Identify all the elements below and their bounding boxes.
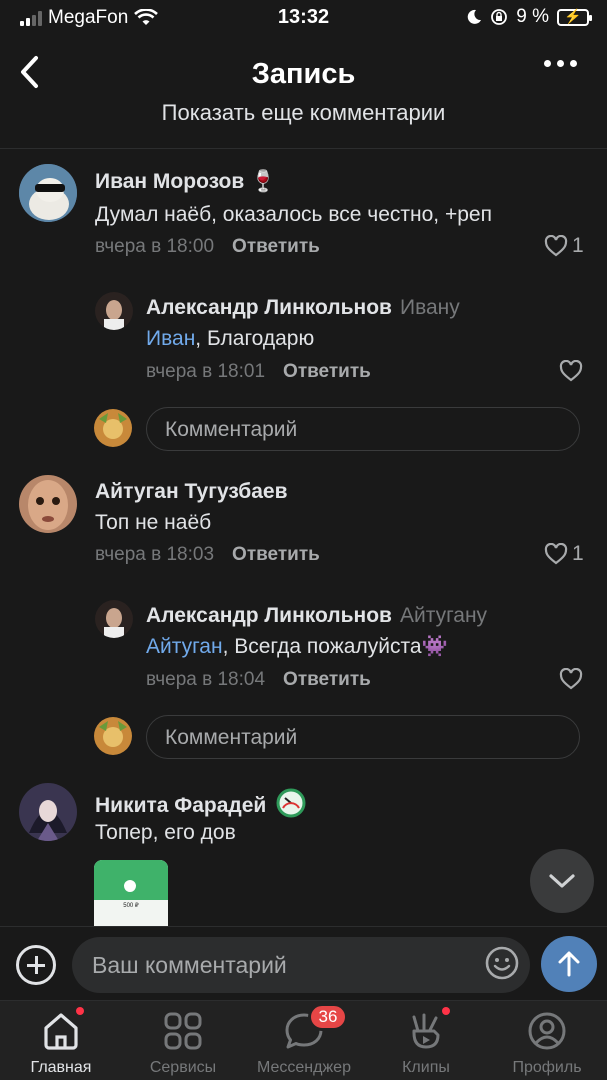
- speedometer-emoji-icon: [276, 788, 306, 818]
- comment-text: Топ не наёб: [95, 511, 212, 534]
- send-button[interactable]: [541, 936, 597, 992]
- reply-button[interactable]: Ответить: [232, 236, 320, 257]
- avatar[interactable]: [95, 600, 133, 638]
- image-attachment[interactable]: 500 ₽: [94, 860, 168, 926]
- avatar[interactable]: [95, 292, 133, 330]
- tab-profile[interactable]: Профиль: [487, 1009, 607, 1077]
- tab-messenger[interactable]: 36 Мессенджер: [244, 1003, 364, 1077]
- moon-icon: [467, 9, 482, 24]
- arrow-up-icon: [558, 951, 580, 977]
- tab-home[interactable]: Главная: [1, 1007, 121, 1077]
- like-count: 1: [572, 234, 584, 257]
- notification-dot: [76, 1007, 84, 1015]
- unread-badge: 36: [308, 1003, 348, 1031]
- home-icon: [44, 1013, 78, 1050]
- clips-icon: [412, 1013, 440, 1049]
- comment-time: вчера в 18:04: [146, 669, 266, 690]
- wine-emoji: 🍷: [250, 170, 277, 193]
- reply-to: Ивану: [399, 296, 460, 319]
- comment-text: Топер, его дов: [95, 821, 236, 844]
- comment-author[interactable]: Айтуган Тугузбаев: [95, 480, 288, 504]
- scroll-down-button[interactable]: [530, 849, 594, 913]
- like-button[interactable]: 1: [544, 234, 584, 258]
- heart-icon: [559, 360, 583, 382]
- comment-text: Иван, Благодарю: [146, 327, 315, 350]
- mention-link[interactable]: Иван: [146, 327, 195, 350]
- comment-time: вчера в 18:00: [95, 236, 215, 257]
- chevron-down-icon: [549, 874, 575, 888]
- notification-dot: [442, 1007, 450, 1015]
- tab-clips[interactable]: Клипы: [366, 1007, 486, 1077]
- more-options-icon[interactable]: [544, 60, 577, 67]
- divider: [0, 148, 607, 149]
- my-avatar: [94, 409, 132, 447]
- reply-button[interactable]: Ответить: [232, 544, 320, 565]
- page-title: Запись: [251, 58, 356, 90]
- comment-text: Айтуган, Всегда пожалуйста👾: [146, 635, 448, 658]
- avatar[interactable]: [19, 475, 77, 533]
- comment-author[interactable]: Никита Фарадей: [95, 788, 306, 818]
- avatar[interactable]: [19, 783, 77, 841]
- comment-author[interactable]: Иван Морозов 🍷: [95, 170, 276, 194]
- avatar[interactable]: [19, 164, 77, 222]
- mention-link[interactable]: Айтуган: [146, 635, 223, 658]
- comment-meta: вчера в 18:03 Ответить: [95, 544, 320, 566]
- reply-button[interactable]: Ответить: [283, 669, 371, 690]
- comment-meta: вчера в 18:00 Ответить: [95, 236, 320, 258]
- comment-text: Думал наёб, оказалось все честно, +реп: [95, 203, 492, 226]
- add-attachment-icon[interactable]: [16, 945, 56, 985]
- show-more-comments-link[interactable]: Показать еще комментарии: [0, 104, 607, 148]
- orientation-lock-icon: [491, 9, 508, 25]
- comment-input[interactable]: Ваш комментарий: [72, 937, 530, 993]
- comment-time: вчера в 18:01: [146, 361, 266, 382]
- profile-icon: [528, 1012, 566, 1050]
- like-button[interactable]: 1: [544, 542, 584, 566]
- like-count: 1: [572, 542, 584, 565]
- like-button[interactable]: [559, 668, 583, 690]
- comment-composer: Ваш комментарий: [0, 926, 607, 1000]
- reply-button[interactable]: Ответить: [283, 361, 371, 382]
- tab-services[interactable]: Сервисы: [123, 1009, 243, 1077]
- comment-meta: вчера в 18:01 Ответить: [146, 361, 371, 383]
- like-button[interactable]: [559, 360, 583, 382]
- thread-comment-input[interactable]: Комментарий: [146, 715, 580, 759]
- heart-icon: [544, 235, 568, 257]
- check-icon: [122, 878, 138, 894]
- services-icon: [164, 1012, 202, 1050]
- comment-author[interactable]: Александр Линкольнов Айтугану: [146, 604, 487, 628]
- comment-author[interactable]: Александр Линкольнов Ивану: [146, 296, 460, 320]
- comment-meta: вчера в 18:04 Ответить: [146, 669, 371, 691]
- top-nav: Запись: [0, 42, 607, 108]
- emoji-icon[interactable]: [484, 945, 520, 981]
- battery-percent: 9 %: [516, 6, 549, 27]
- battery-icon: ⚡: [557, 8, 592, 26]
- my-avatar: [94, 717, 132, 755]
- bottom-tab-bar: Главная Сервисы 36 Мессенджер Клипы Проф…: [0, 1000, 607, 1080]
- heart-icon: [544, 543, 568, 565]
- reply-to: Айтугану: [399, 604, 488, 627]
- attachment-label: 500 ₽: [123, 903, 139, 909]
- comment-time: вчера в 18:03: [95, 544, 215, 565]
- status-bar: MegaFon 13:32 9 % ⚡: [0, 0, 607, 36]
- heart-icon: [559, 668, 583, 690]
- status-right: 9 % ⚡: [466, 6, 592, 28]
- thread-comment-input[interactable]: Комментарий: [146, 407, 580, 451]
